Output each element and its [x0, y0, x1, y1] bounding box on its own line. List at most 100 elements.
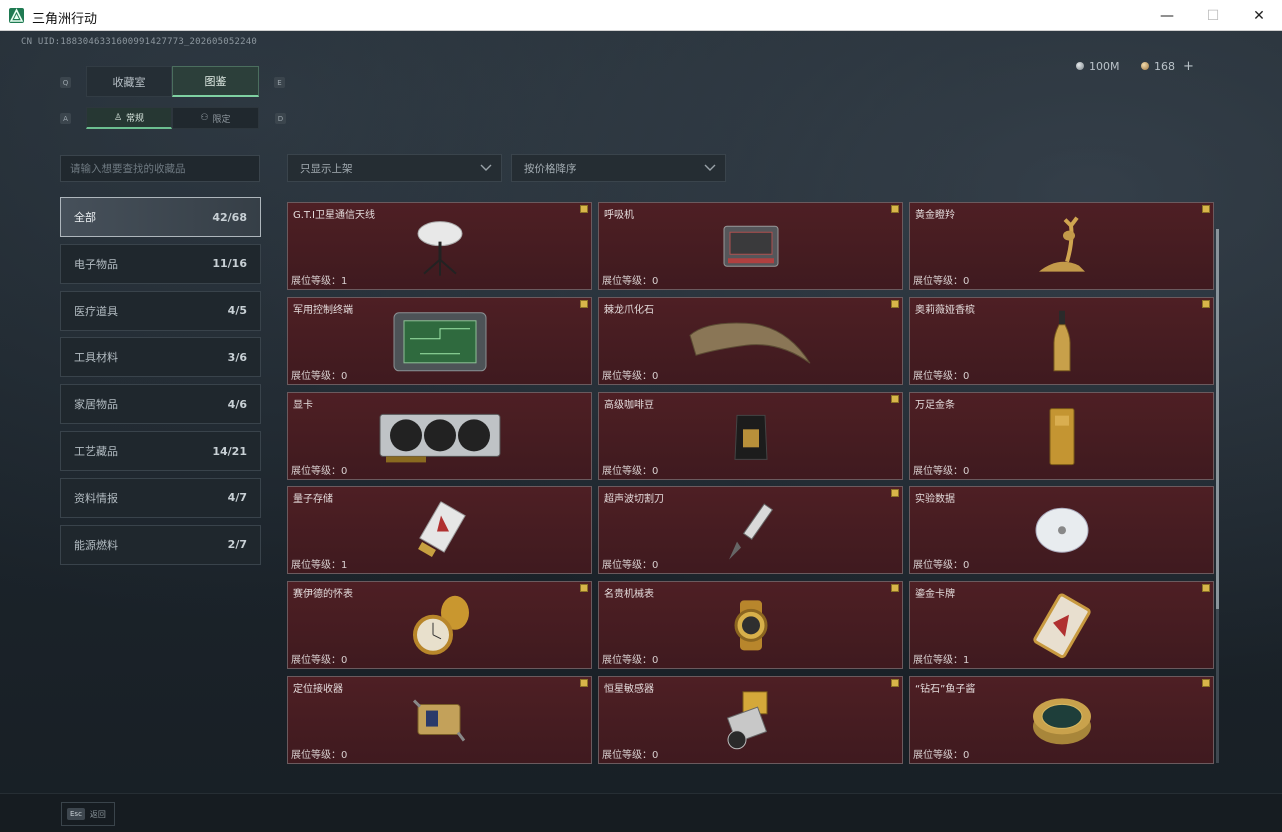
esc-key-hint: Esc	[67, 808, 85, 820]
collection-item-card[interactable]: 军用控制终端 展位等级：0	[287, 296, 592, 385]
item-name: 实验数据	[915, 494, 955, 506]
category-count: 4/5	[227, 304, 247, 318]
champagne-icon	[1051, 309, 1073, 379]
ultrasonic-knife-icon	[723, 500, 779, 566]
category-item[interactable]: 工艺藏品 14/21	[60, 431, 261, 471]
collection-item-card[interactable]: G.T.I卫星通信天线 展位等级：1	[287, 202, 592, 290]
key-hint-e: E	[274, 77, 285, 88]
listed-badge-icon	[891, 679, 899, 687]
collection-item-card[interactable]: 显卡 展位等级：0	[287, 391, 592, 480]
item-name: 定位接收器	[293, 684, 343, 695]
close-button[interactable]: ✕	[1236, 0, 1282, 31]
chevron-down-icon	[480, 164, 492, 171]
key-hint-a: A	[60, 113, 71, 124]
maximize-button[interactable]: ☐	[1190, 0, 1236, 31]
collection-item-card[interactable]: 赛伊德的怀表 展位等级：0	[287, 581, 592, 670]
back-label: 返回	[89, 809, 106, 819]
minimize-button[interactable]: —	[1144, 0, 1190, 31]
sort-price-label: 按价格降序	[524, 162, 577, 175]
filter-listed-label: 只显示上架	[300, 162, 353, 175]
item-name: 呼吸机	[604, 210, 634, 221]
scrollbar-thumb[interactable]	[1216, 229, 1219, 609]
display-level: 展位等级：0	[602, 655, 659, 667]
collection-item-card[interactable]: 鎏金卡牌 展位等级：1	[909, 581, 1214, 670]
listed-badge-icon	[891, 394, 899, 403]
display-level: 展位等级：0	[602, 750, 659, 761]
item-name: 赛伊德的怀表	[293, 589, 353, 601]
back-button[interactable]: Esc 返回	[61, 802, 115, 826]
display-level: 展位等级：1	[913, 655, 970, 667]
window-titlebar: 三角洲行动 — ☐ ✕	[0, 0, 1282, 31]
item-name: 超声波切割刀	[604, 494, 664, 506]
collection-item-card[interactable]: 呼吸机 展位等级：0	[598, 202, 903, 290]
category-item[interactable]: 工具材料 3/6	[60, 337, 261, 378]
collection-item-card[interactable]: 超声波切割刀 展位等级：0	[598, 486, 903, 575]
collection-item-card[interactable]: 实验数据展位等级：0	[909, 486, 1214, 575]
collection-item-card[interactable]: 棘龙爪化石 展位等级：0	[598, 296, 903, 385]
listed-badge-icon	[580, 679, 588, 687]
collection-item-card[interactable]: 黄金瞪羚展位等级：0	[909, 202, 1214, 290]
display-level: 展位等级：1	[291, 276, 348, 287]
premium-currency: 168 +	[1141, 55, 1194, 77]
item-name: 恒星敏感器	[604, 684, 654, 695]
display-level: 展位等级：0	[602, 465, 659, 477]
control-terminal-icon	[390, 309, 490, 379]
pocket-watch-icon	[407, 593, 473, 663]
item-name: 奥莉薇娅香槟	[915, 304, 975, 316]
listed-badge-icon	[580, 299, 588, 308]
tab-collection-room[interactable]: 收藏室	[86, 66, 172, 97]
display-level: 展位等级：0	[913, 276, 970, 287]
category-item[interactable]: 全部 42/68	[60, 197, 261, 237]
quantum-storage-icon	[413, 501, 467, 564]
key-hint-q: Q	[60, 77, 71, 88]
display-level: 展位等级：0	[291, 370, 348, 382]
subtab-regular[interactable]: ♙ 常规	[86, 107, 172, 129]
app-logo-icon	[9, 8, 24, 23]
currency-balance: 100M	[1076, 55, 1120, 77]
item-name: 显卡	[293, 399, 313, 411]
collection-item-card[interactable]: 万足金条 展位等级：0	[909, 391, 1214, 480]
category-item[interactable]: 电子物品 11/16	[60, 243, 261, 284]
currency-value: 100M	[1089, 59, 1120, 73]
premium-value: 168	[1154, 59, 1175, 73]
category-count: 42/68	[212, 210, 247, 224]
tab-catalog[interactable]: 图鉴	[172, 66, 259, 97]
wristwatch-icon	[726, 599, 776, 657]
category-label: 工具材料	[74, 351, 118, 365]
display-level: 展位等级：0	[913, 370, 970, 382]
collection-item-card[interactable]: 高级咖啡豆展位等级：0	[598, 391, 903, 480]
category-item[interactable]: 能源燃料 2/7	[60, 524, 261, 565]
display-level: 展位等级：0	[913, 560, 970, 572]
category-item[interactable]: 资料情报 4/7	[60, 477, 261, 518]
category-label: 能源燃料	[74, 538, 118, 552]
category-label: 工艺藏品	[74, 445, 118, 458]
category-count: 4/6	[227, 397, 247, 411]
golden-gazelle-icon	[1029, 216, 1095, 282]
category-item[interactable]: 医疗道具 4/5	[60, 290, 261, 331]
silver-coin-icon	[1076, 62, 1084, 70]
category-item[interactable]: 家居物品 4/6	[60, 384, 261, 425]
limited-icon: ⚇	[200, 113, 209, 123]
collection-item-card[interactable]: “钻石”鱼子酱 展位等级：0	[909, 676, 1214, 764]
listed-badge-icon	[1202, 299, 1210, 308]
search-input[interactable]: 请输入想要查找的收藏品	[60, 155, 260, 182]
display-level: 展位等级：0	[913, 750, 970, 761]
item-name: 高级咖啡豆	[604, 399, 654, 411]
filter-listed-dropdown[interactable]: 只显示上架	[287, 154, 502, 182]
item-name: 黄金瞪羚	[915, 210, 955, 221]
add-currency-button[interactable]: +	[1183, 59, 1194, 74]
category-label: 医疗道具	[74, 304, 118, 318]
item-name: 万足金条	[915, 399, 955, 411]
listed-badge-icon	[891, 205, 899, 213]
collection-item-card[interactable]: 恒星敏感器展位等级：0	[598, 676, 903, 764]
collection-item-card[interactable]: 定位接收器 展位等级：0	[287, 676, 592, 764]
sort-price-dropdown[interactable]: 按价格降序	[511, 154, 726, 182]
collection-item-card[interactable]: 名贵机械表 展位等级：0	[598, 581, 903, 670]
collection-item-card[interactable]: 量子存储 展位等级：1	[287, 486, 592, 575]
item-name: 量子存储	[293, 494, 333, 506]
subtab-limited[interactable]: ⚇ 限定	[172, 107, 259, 129]
key-hint-d: D	[275, 113, 286, 124]
category-label: 资料情报	[74, 491, 118, 505]
collection-item-card[interactable]: 奥莉薇娅香槟 展位等级：0	[909, 296, 1214, 385]
star-sensor-icon	[723, 688, 779, 758]
